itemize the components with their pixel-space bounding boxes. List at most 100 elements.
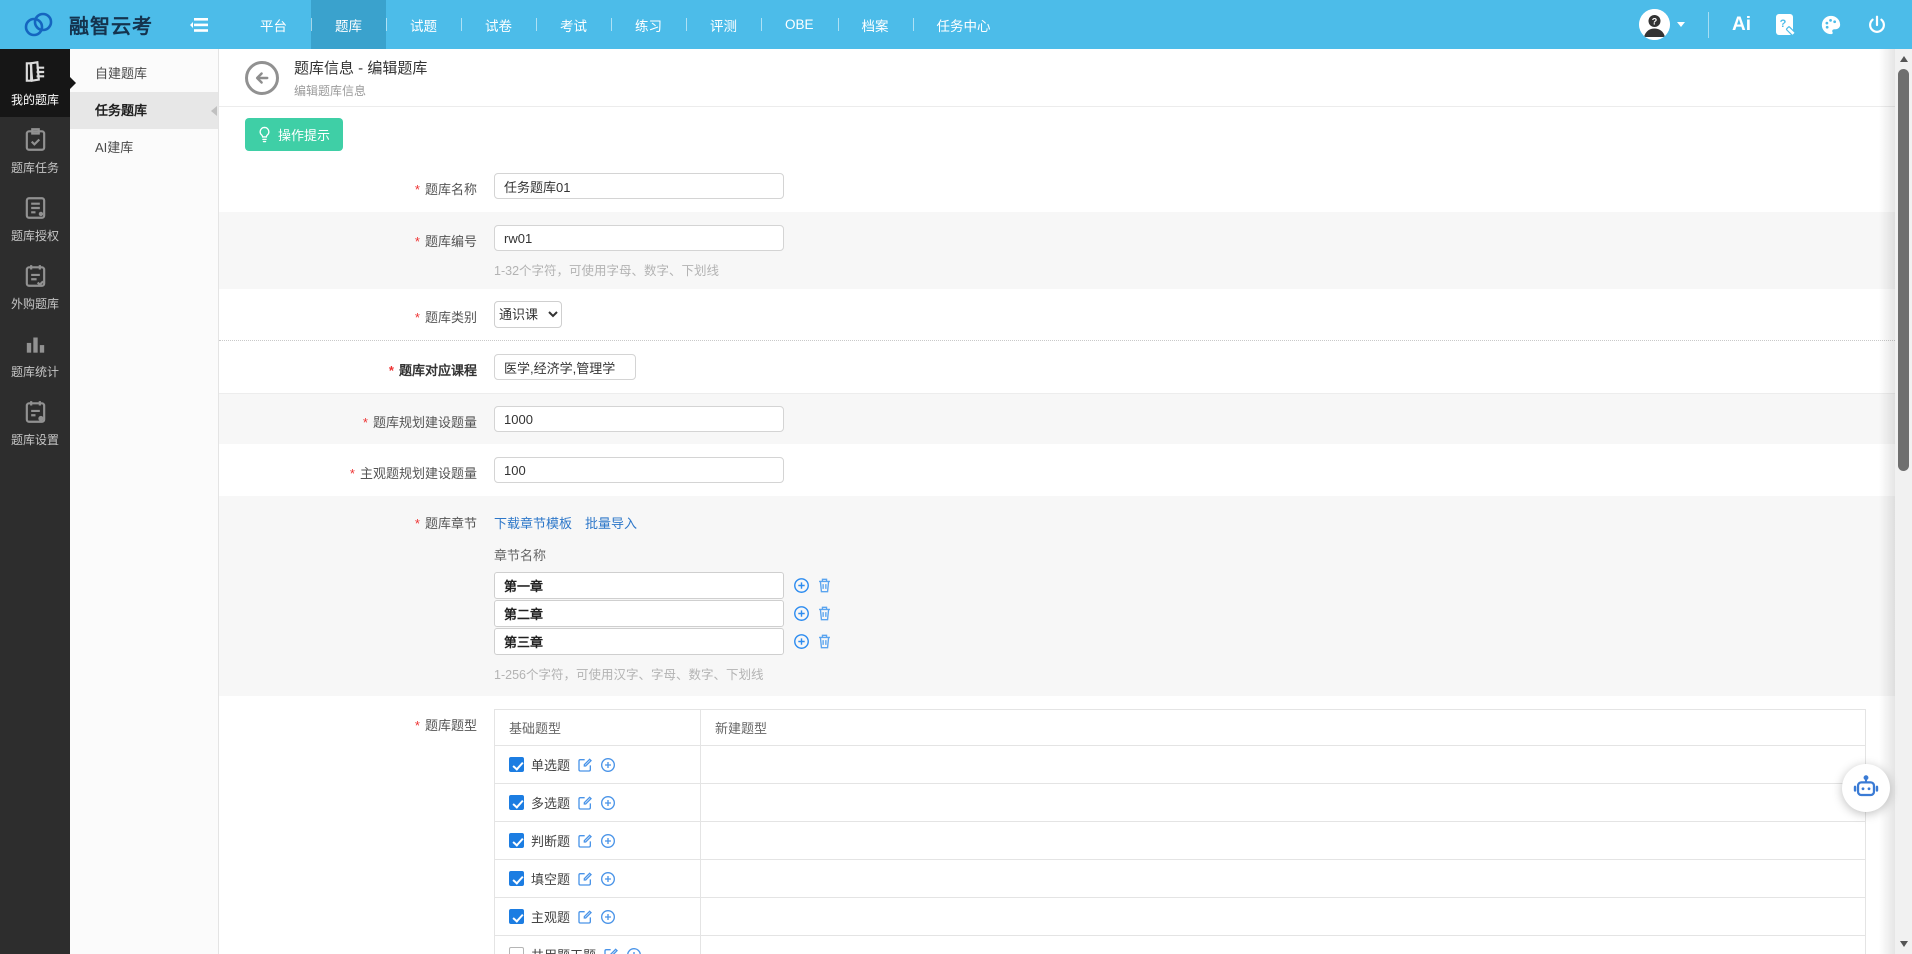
nav-item-question-bank[interactable]: 题库: [311, 0, 386, 49]
batch-import-link[interactable]: 批量导入: [585, 513, 637, 532]
add-qtype-button[interactable]: [600, 871, 616, 887]
form-row-bank-code: 题库编号 1-32个字符，可使用字母、数字、下划线: [219, 212, 1895, 289]
chapter-name-input[interactable]: [494, 572, 784, 599]
fill-blank-checkbox[interactable]: [509, 871, 524, 886]
scrollbar-down-arrow[interactable]: [1895, 936, 1912, 952]
planned-total-label: 题库规划建设题量: [219, 406, 477, 431]
chapter-name-input[interactable]: [494, 628, 784, 655]
edit-square-icon: [577, 833, 593, 849]
sidebar-item-label: 题库任务: [11, 159, 59, 176]
nav-item-archives[interactable]: 档案: [838, 0, 913, 49]
edit-qtype-button[interactable]: [603, 947, 619, 954]
logout-power-icon[interactable]: [1866, 14, 1888, 36]
scrollbar-thumb[interactable]: [1898, 69, 1909, 471]
bank-code-input[interactable]: [494, 225, 784, 251]
chapters-hint: 1-256个字符，可使用汉字、字母、数字、下划线: [494, 664, 832, 683]
edit-qtype-button[interactable]: [577, 795, 593, 811]
chapter-row: [494, 628, 832, 655]
add-chapter-button[interactable]: [793, 633, 810, 650]
chapter-name-input[interactable]: [494, 600, 784, 627]
delete-chapter-button[interactable]: [817, 605, 832, 622]
chapter-row: [494, 572, 832, 599]
feedback-note-icon[interactable]: ?: [1774, 13, 1796, 37]
secondary-sidebar: 自建题库 任务题库 AI建库: [70, 49, 219, 954]
form-row-related-courses: 题库对应课程: [219, 341, 1895, 394]
add-qtype-button[interactable]: [600, 795, 616, 811]
qtype-label: 判断题: [531, 831, 570, 850]
nav-item-task-center[interactable]: 任务中心: [913, 0, 1015, 49]
subnav-item-self-built-banks[interactable]: 自建题库: [70, 55, 218, 92]
bank-name-input[interactable]: [494, 173, 784, 199]
theme-palette-icon[interactable]: [1819, 14, 1843, 36]
delete-chapter-button[interactable]: [817, 577, 832, 594]
related-courses-input[interactable]: [494, 354, 636, 380]
single-choice-checkbox[interactable]: [509, 757, 524, 772]
nav-item-questions[interactable]: 试题: [386, 0, 461, 49]
plus-circle-icon: [626, 947, 642, 954]
subnav-item-ai-bank-builder[interactable]: AI建库: [70, 129, 218, 166]
multiple-choice-checkbox[interactable]: [509, 795, 524, 810]
clipboard-check-icon: [22, 127, 49, 153]
operation-tips-button[interactable]: 操作提示: [245, 118, 343, 151]
sidebar-item-my-banks[interactable]: 我的题库: [0, 49, 70, 117]
nav-item-evaluation[interactable]: 评测: [686, 0, 761, 49]
trash-icon: [817, 605, 832, 622]
true-false-checkbox[interactable]: [509, 833, 524, 848]
page-subtitle: 编辑题库信息: [294, 82, 427, 99]
sidebar-item-label: 我的题库: [11, 91, 59, 108]
user-avatar-menu[interactable]: ?: [1639, 9, 1685, 40]
required-asterisk: [415, 310, 425, 325]
required-asterisk: [415, 718, 425, 733]
required-asterisk: [415, 182, 425, 197]
subjective-checkbox[interactable]: [509, 909, 524, 924]
document-lines-icon: [22, 195, 49, 221]
ai-assistant-icon[interactable]: Ai: [1732, 14, 1751, 36]
vertical-scrollbar[interactable]: [1895, 49, 1912, 954]
sidebar-item-label: 题库授权: [11, 227, 59, 244]
edit-qtype-button[interactable]: [577, 909, 593, 925]
scrollbar-up-arrow[interactable]: [1895, 51, 1912, 67]
delete-chapter-button[interactable]: [817, 633, 832, 650]
new-qtype-cell: [701, 746, 1866, 784]
bank-category-select[interactable]: 通识课: [494, 301, 562, 328]
lightbulb-icon: [258, 126, 271, 143]
shared-stem-checkbox[interactable]: [509, 947, 524, 954]
add-qtype-button[interactable]: [626, 947, 642, 954]
form-row-bank-category: 题库类别 通识课: [219, 289, 1895, 341]
menu-collapse-icon[interactable]: [190, 0, 210, 49]
required-asterisk: [350, 466, 360, 481]
sidebar-item-bank-tasks[interactable]: 题库任务: [0, 117, 70, 185]
add-chapter-button[interactable]: [793, 577, 810, 594]
add-qtype-button[interactable]: [600, 833, 616, 849]
chapter-name-column-label: 章节名称: [494, 545, 832, 564]
planned-subjective-input[interactable]: [494, 457, 784, 483]
nav-item-papers[interactable]: 试卷: [461, 0, 536, 49]
download-chapter-template-link[interactable]: 下载章节模板: [494, 513, 572, 532]
add-chapter-button[interactable]: [793, 605, 810, 622]
chapter-links: 下载章节模板 批量导入: [494, 507, 832, 532]
sidebar-item-bank-authorization[interactable]: 题库授权: [0, 185, 70, 253]
add-qtype-button[interactable]: [600, 757, 616, 773]
back-button[interactable]: [245, 61, 279, 95]
add-qtype-button[interactable]: [600, 909, 616, 925]
chapter-row: [494, 600, 832, 627]
plus-circle-icon: [600, 757, 616, 773]
user-avatar[interactable]: ?: [1639, 9, 1670, 40]
nav-item-obe[interactable]: OBE: [761, 0, 838, 49]
subnav-item-task-banks[interactable]: 任务题库: [70, 92, 218, 129]
nav-item-practice[interactable]: 练习: [611, 0, 686, 49]
nav-item-exams[interactable]: 考试: [536, 0, 611, 49]
edit-qtype-button[interactable]: [577, 833, 593, 849]
planned-total-input[interactable]: [494, 406, 784, 432]
edit-square-icon: [603, 947, 619, 954]
ai-robot-assistant-button[interactable]: [1842, 764, 1890, 812]
sidebar-item-purchased-banks[interactable]: 外购题库: [0, 253, 70, 321]
edit-qtype-button[interactable]: [577, 871, 593, 887]
form-row-question-types: 题库题型 基础题型 新建题型 单选题: [219, 696, 1895, 954]
operation-tips-label: 操作提示: [278, 125, 330, 144]
nav-item-platform[interactable]: 平台: [236, 0, 311, 49]
edit-square-icon: [577, 757, 593, 773]
edit-qtype-button[interactable]: [577, 757, 593, 773]
sidebar-item-bank-statistics[interactable]: 题库统计: [0, 321, 70, 389]
sidebar-item-bank-settings[interactable]: 题库设置: [0, 389, 70, 457]
